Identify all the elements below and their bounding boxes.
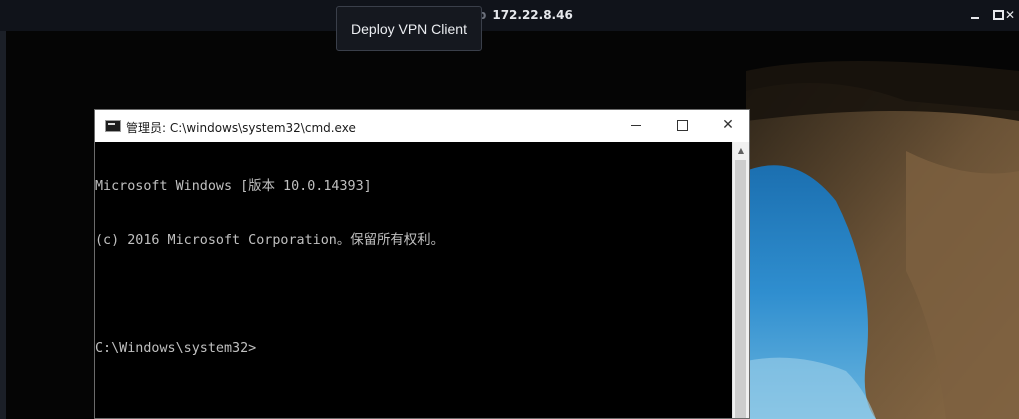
console-prompt: C:\Windows\system32> — [95, 341, 257, 356]
tooltip-text: Deploy VPN Client — [351, 20, 467, 37]
rdesktop-titlebar: rdesktop172.22.8.46 ✕ — [0, 0, 1019, 31]
remote-desktop[interactable]: 管理员: C:\windows\system32\cmd.exe ✕ Micro… — [6, 31, 1019, 419]
cmd-window[interactable]: 管理员: C:\windows\system32\cmd.exe ✕ Micro… — [94, 109, 750, 419]
rdesktop-host: 172.22.8.46 — [492, 8, 573, 22]
deploy-vpn-tooltip: Deploy VPN Client — [336, 6, 482, 51]
rdesktop-minimize-icon[interactable] — [968, 8, 982, 22]
rdesktop-close-icon[interactable]: ✕ — [1003, 8, 1017, 22]
maximize-icon[interactable] — [659, 110, 705, 142]
console-line: (c) 2016 Microsoft Corporation。保留所有权利。 — [95, 233, 444, 248]
scroll-up-arrow-icon[interactable]: ▲ — [733, 142, 749, 159]
minimize-icon[interactable] — [613, 110, 659, 142]
console-output[interactable]: Microsoft Windows [版本 10.0.14393] (c) 20… — [95, 142, 732, 418]
cmd-app-icon — [105, 120, 121, 132]
cmd-window-title: 管理员: C:\windows\system32\cmd.exe — [126, 121, 356, 135]
cmd-titlebar[interactable]: 管理员: C:\windows\system32\cmd.exe ✕ — [95, 110, 749, 142]
scroll-thumb[interactable] — [735, 160, 746, 418]
vertical-scrollbar[interactable]: ▲ — [732, 142, 749, 418]
close-icon[interactable]: ✕ — [705, 110, 751, 142]
console-line: Microsoft Windows [版本 10.0.14393] — [95, 179, 372, 194]
